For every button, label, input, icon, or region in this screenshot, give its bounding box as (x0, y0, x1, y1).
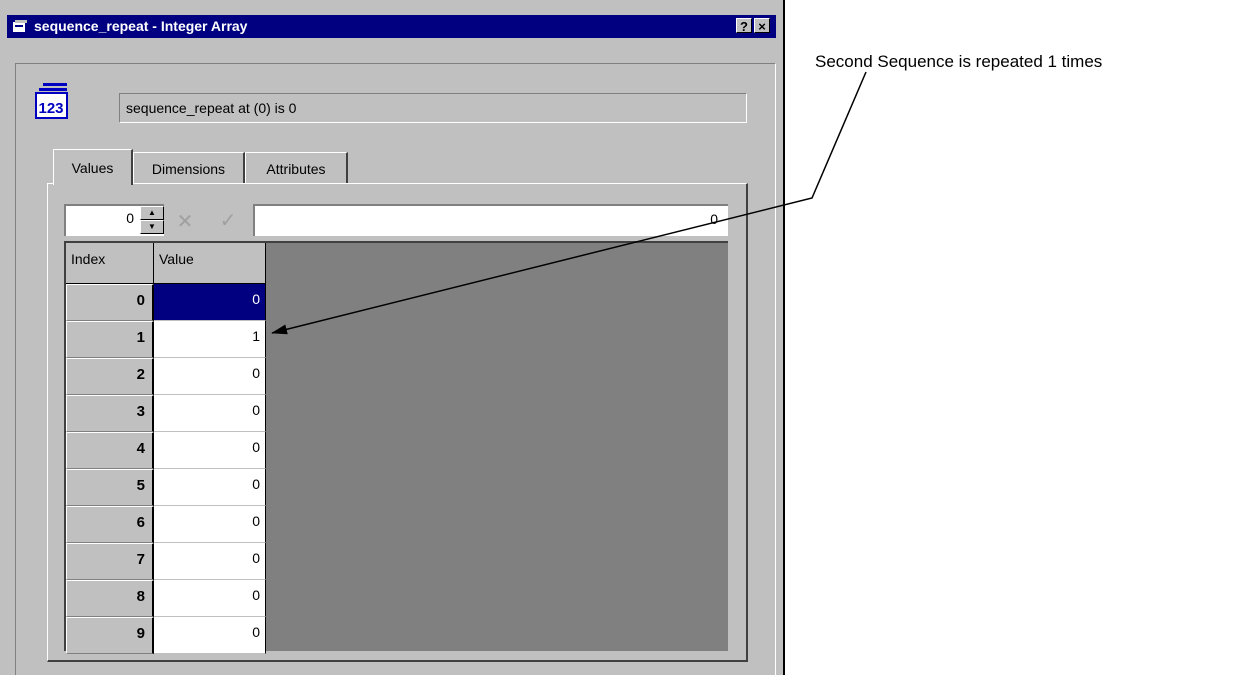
row-index-cell[interactable]: 8 (66, 580, 154, 617)
column-header-index[interactable]: Index (66, 243, 154, 284)
value-edit-field[interactable]: 0 (253, 204, 728, 236)
annotation-label: Second Sequence is repeated 1 times (815, 52, 1103, 71)
close-button[interactable]: × (754, 18, 770, 34)
row-value-cell[interactable]: 1 (154, 321, 266, 358)
tab-attributes[interactable]: Attributes (245, 152, 348, 184)
row-value-cell[interactable]: 0 (154, 395, 266, 432)
check-icon[interactable]: ✓ (213, 208, 243, 234)
row-index-cell[interactable]: 0 (66, 284, 154, 321)
row-value-cell[interactable]: 0 (154, 432, 266, 469)
row-index-cell[interactable]: 4 (66, 432, 154, 469)
row-index-cell[interactable]: 3 (66, 395, 154, 432)
index-spinner[interactable]: 0 ▲ ▼ (64, 204, 164, 236)
spinner-value: 0 (126, 210, 134, 226)
window-title: sequence_repeat - Integer Array (34, 18, 248, 34)
window-app-icon (13, 20, 27, 32)
tab-values[interactable]: Values (53, 149, 133, 185)
row-value-cell[interactable]: 0 (154, 543, 266, 580)
row-value-cell[interactable]: 0 (154, 469, 266, 506)
row-value-cell[interactable]: 0 (154, 358, 266, 395)
tab-dimensions[interactable]: Dimensions (133, 152, 245, 184)
help-button[interactable]: ? (736, 18, 752, 34)
status-field: sequence_repeat at (0) is 0 (119, 93, 747, 123)
cancel-icon[interactable]: ✕ (170, 210, 200, 234)
integer-array-window: sequence_repeat - Integer Array ? × 123 … (0, 0, 785, 675)
row-index-cell[interactable]: 9 (66, 617, 154, 654)
row-value-cell[interactable]: 0 (154, 580, 266, 617)
spin-up-icon[interactable]: ▲ (140, 206, 164, 220)
row-value-cell[interactable]: 0 (154, 617, 266, 654)
row-value-cell[interactable]: 0 (154, 284, 266, 321)
column-header-value[interactable]: Value (154, 243, 266, 284)
value-grid[interactable]: Index Value 00112030405060708090 (64, 241, 728, 654)
row-index-cell[interactable]: 7 (66, 543, 154, 580)
row-value-cell[interactable]: 0 (154, 506, 266, 543)
integer-array-icon: 123 (35, 83, 68, 119)
row-index-cell[interactable]: 5 (66, 469, 154, 506)
row-index-cell[interactable]: 2 (66, 358, 154, 395)
spin-down-icon[interactable]: ▼ (140, 220, 164, 234)
row-index-cell[interactable]: 1 (66, 321, 154, 358)
icon-label: 123 (38, 100, 63, 117)
title-bar[interactable]: sequence_repeat - Integer Array ? × (7, 15, 776, 38)
row-index-cell[interactable]: 6 (66, 506, 154, 543)
